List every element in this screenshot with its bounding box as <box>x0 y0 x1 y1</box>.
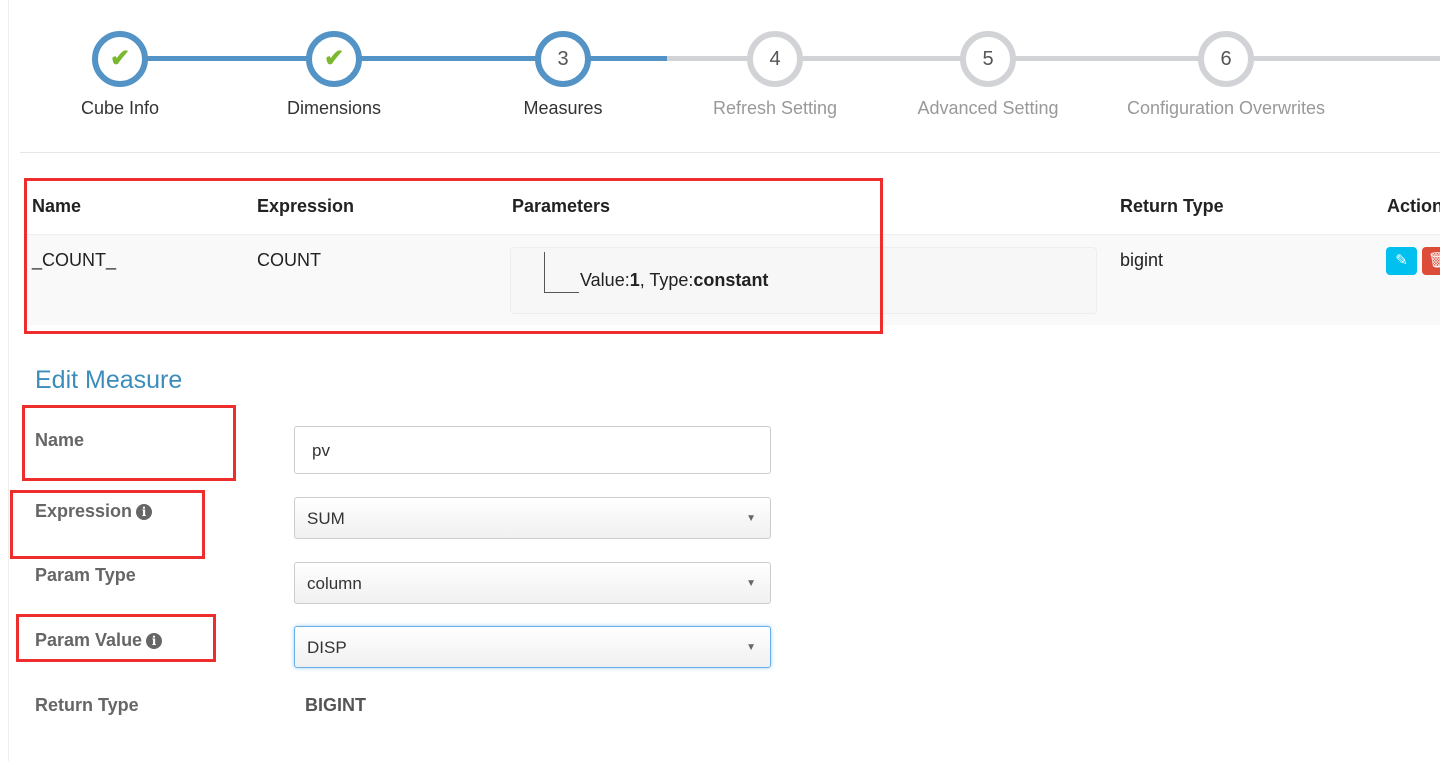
edit-button[interactable]: ✎ <box>1386 247 1417 275</box>
pencil-icon: ✎ <box>1395 252 1408 269</box>
expression-select[interactable]: SUM ▼ <box>294 497 771 539</box>
highlight-box-name <box>22 405 236 481</box>
step-circle: ✔ <box>92 31 148 87</box>
return-type-value: BIGINT <box>305 695 366 715</box>
col-return-type: Return Type <box>1120 196 1224 216</box>
step-circle: 3 <box>535 31 591 87</box>
trash-icon: 🗑 <box>1427 252 1440 269</box>
edit-title: Edit Measure <box>35 366 183 394</box>
cell-return-type: bigint <box>1120 250 1164 270</box>
caret-down-icon: ▼ <box>746 513 756 524</box>
name-input[interactable]: pv <box>294 426 771 474</box>
param-type-label: Param Type <box>35 565 136 585</box>
step-circle: 4 <box>747 31 803 87</box>
highlight-box-param-value <box>16 614 216 662</box>
delete-button[interactable]: 🗑 <box>1422 247 1440 275</box>
param-type-select[interactable]: column ▼ <box>294 562 771 604</box>
check-icon: ✔ <box>109 45 131 72</box>
step-circle: ✔ <box>306 31 362 87</box>
caret-down-icon: ▼ <box>746 642 756 653</box>
divider <box>20 152 1440 153</box>
col-actions: Actions <box>1387 196 1440 216</box>
step-label: Ov <box>1318 98 1440 119</box>
highlight-box-table <box>24 178 883 334</box>
check-icon: ✔ <box>323 45 345 72</box>
return-type-label: Return Type <box>35 695 139 715</box>
param-value-select[interactable]: DISP ▼ <box>294 626 771 668</box>
highlight-box-expression <box>10 490 205 559</box>
caret-down-icon: ▼ <box>746 578 756 589</box>
step-circle: 5 <box>960 31 1016 87</box>
step-circle: 6 <box>1198 31 1254 87</box>
